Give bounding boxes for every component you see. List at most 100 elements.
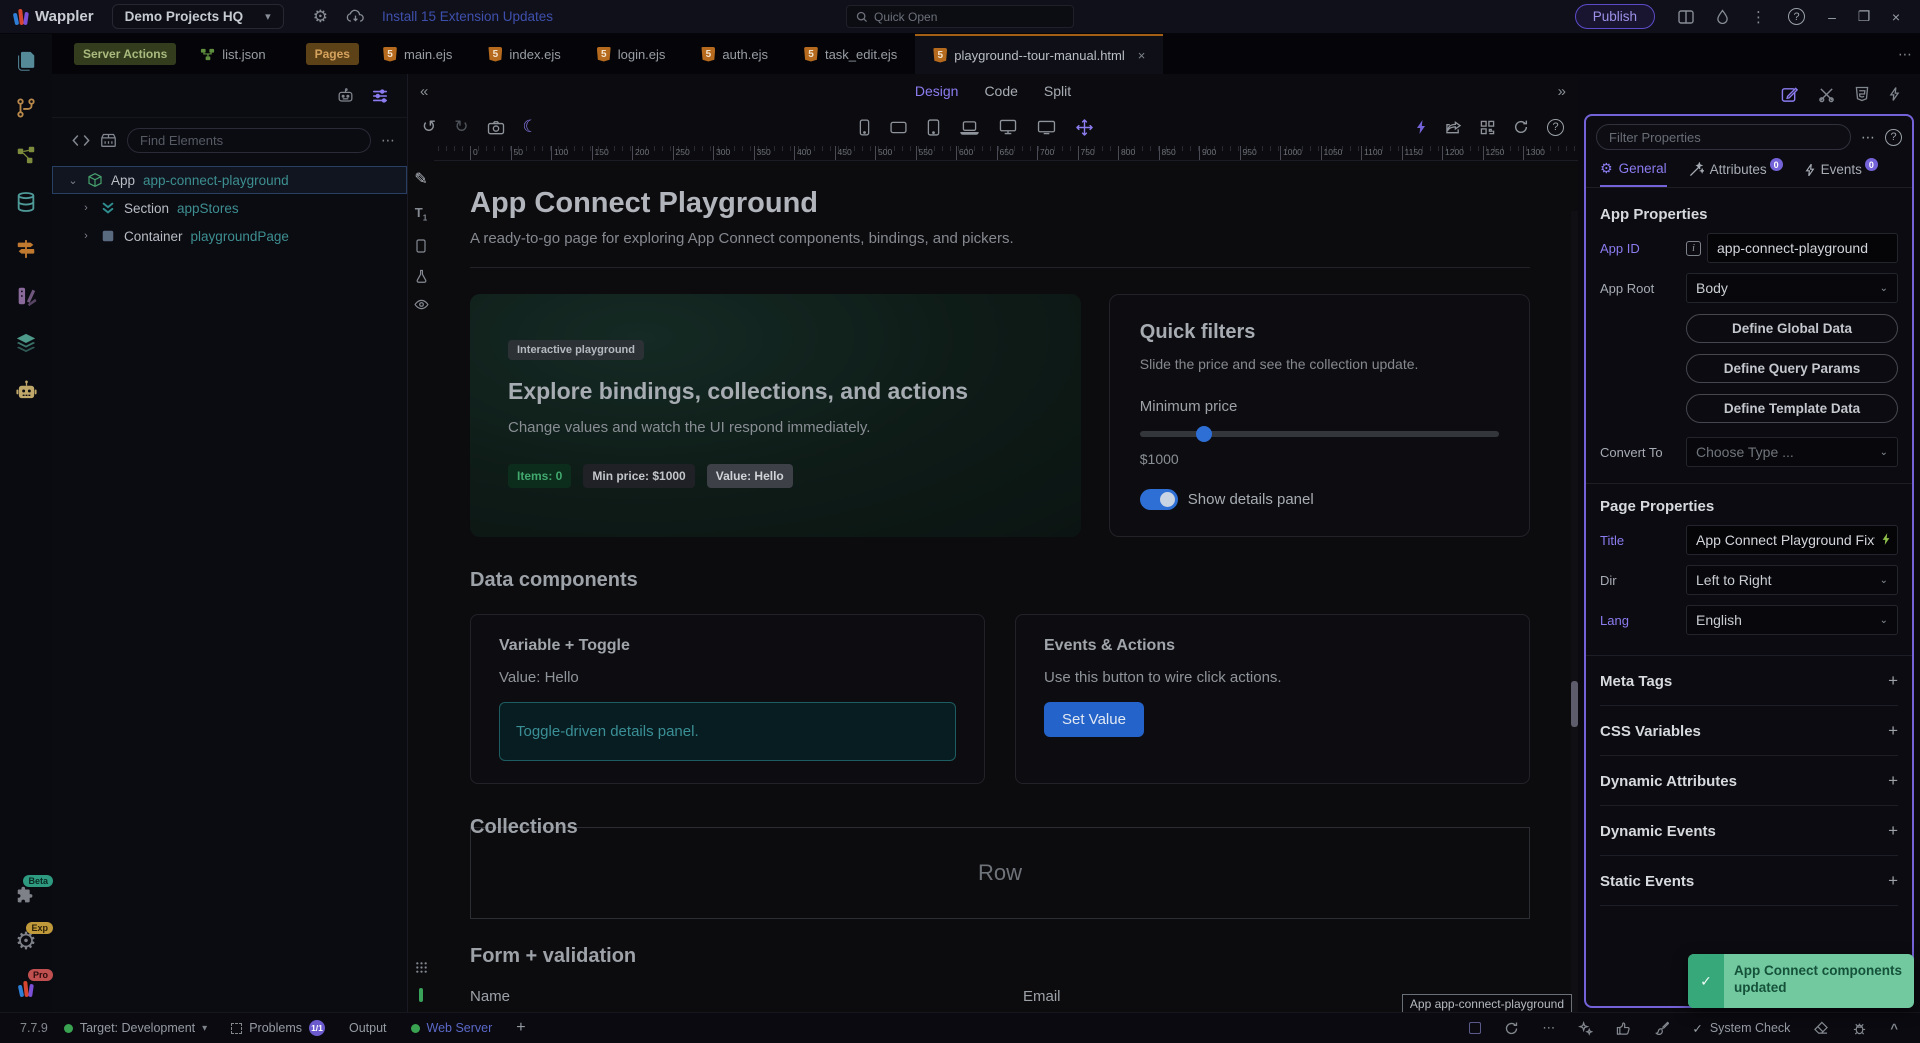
panels-layout-icon[interactable] — [1678, 9, 1694, 24]
routes-signpost-icon[interactable] — [13, 236, 39, 262]
device-phone-icon[interactable] — [859, 119, 870, 136]
layers-icon[interactable] — [13, 330, 39, 356]
components-package-icon[interactable] — [100, 132, 117, 148]
chevron-up-icon[interactable]: ^ — [1882, 1021, 1906, 1036]
share-export-icon[interactable] — [1445, 120, 1462, 135]
tab-pages[interactable]: Pages — [305, 43, 359, 65]
visibility-eye-icon[interactable] — [413, 299, 429, 310]
meta-tags-section[interactable]: Meta Tags + — [1600, 656, 1898, 706]
kebab-menu-icon[interactable]: ⋮ — [1751, 8, 1766, 26]
design-canvas[interactable]: ✎ T1 App Connect Playground A ready-to-g… — [408, 161, 1578, 1012]
workflows-icon[interactable] — [13, 142, 39, 168]
window-minimize-button[interactable]: – — [1818, 9, 1846, 25]
add-icon[interactable]: + — [1888, 821, 1898, 841]
wappler-pro-icon[interactable]: Pro — [13, 969, 53, 1002]
web-server-button[interactable]: Web Server — [403, 1021, 501, 1035]
theme-droplet-icon[interactable] — [1716, 9, 1729, 24]
edit-properties-icon[interactable] — [1781, 86, 1798, 103]
extensions-puzzle-icon[interactable]: Beta — [13, 875, 53, 908]
edit-pencil-icon[interactable]: ✎ — [414, 169, 427, 189]
tab-login-ejs[interactable]: 5 login.ejs — [579, 34, 684, 74]
design-help-icon[interactable]: ? — [1547, 118, 1564, 136]
dynamic-bolt-icon[interactable] — [1415, 119, 1427, 135]
app-root-select[interactable]: Body ⌄ — [1686, 273, 1898, 303]
extensions-cloud-icon[interactable] — [346, 9, 365, 24]
define-query-params-button[interactable]: Define Query Params — [1686, 354, 1898, 383]
add-icon[interactable]: + — [1888, 721, 1898, 741]
properties-help-icon[interactable]: ? — [1885, 128, 1902, 146]
structure-more-menu-icon[interactable]: ⋯ — [381, 132, 395, 149]
qr-grid-icon[interactable] — [1480, 120, 1495, 135]
page-title-input[interactable] — [1686, 525, 1898, 555]
refresh-icon[interactable] — [1513, 119, 1529, 135]
price-slider[interactable] — [1139, 426, 1499, 442]
collections-row[interactable]: Row — [470, 827, 1530, 919]
tab-attributes[interactable]: Attributes 0 — [1689, 158, 1783, 185]
properties-more-icon[interactable]: ⋯ — [1861, 129, 1875, 146]
dark-mode-moon-icon[interactable]: ☾ — [523, 117, 538, 137]
toast-notification[interactable]: ✓ App Connect components updated — [1688, 954, 1914, 1008]
device-tv-icon[interactable] — [1037, 120, 1056, 135]
add-icon[interactable]: + — [1888, 671, 1898, 691]
output-button[interactable]: Output — [341, 1021, 395, 1035]
set-value-button[interactable]: Set Value — [1044, 702, 1144, 737]
tab-overflow-menu-icon[interactable]: ⋯ — [1898, 46, 1912, 63]
tab-close-icon[interactable]: × — [1138, 48, 1146, 63]
ai-robot-icon[interactable] — [336, 86, 355, 105]
install-updates-link[interactable]: Install 15 Extension Updates — [382, 9, 553, 24]
project-selector[interactable]: Demo Projects HQ ▾ — [111, 4, 284, 29]
bug-icon[interactable] — [1844, 1021, 1875, 1036]
define-global-data-button[interactable]: Define Global Data — [1686, 314, 1898, 343]
dynamic-events-section[interactable]: Dynamic Events + — [1600, 806, 1898, 856]
events-bolt-icon[interactable] — [1889, 86, 1900, 102]
tab-task-edit-ejs[interactable]: 5 task_edit.ejs — [786, 34, 915, 74]
code-icon[interactable] — [72, 134, 90, 147]
app-id-input[interactable] — [1707, 233, 1898, 263]
css-styles-icon[interactable] — [1855, 86, 1869, 102]
device-frame-icon[interactable] — [416, 238, 426, 253]
mode-split[interactable]: Split — [1044, 83, 1071, 99]
add-icon[interactable]: + — [1888, 871, 1898, 891]
expand-panel-icon[interactable]: » — [1558, 83, 1566, 100]
collapse-panel-icon[interactable]: « — [420, 83, 428, 100]
thumbs-up-icon[interactable] — [1608, 1021, 1639, 1036]
tree-item-app[interactable]: ⌄ App app-connect-playground — [52, 166, 407, 194]
window-close-button[interactable]: × — [1882, 9, 1910, 25]
detach-scissors-icon[interactable] — [1818, 86, 1835, 103]
sparkles-icon[interactable] — [1570, 1020, 1601, 1036]
info-icon[interactable]: i — [1686, 240, 1701, 256]
mode-design[interactable]: Design — [915, 83, 959, 99]
find-elements-input[interactable] — [127, 127, 371, 153]
eraser-icon[interactable] — [1805, 1021, 1837, 1035]
tab-auth-ejs[interactable]: 5 auth.ejs — [683, 34, 786, 74]
chevron-right-icon[interactable]: › — [80, 202, 92, 214]
device-tablet-icon[interactable] — [927, 118, 940, 136]
tree-item-section[interactable]: › Section appStores — [52, 194, 407, 222]
convert-to-select[interactable]: Choose Type ... ⌄ — [1686, 437, 1898, 467]
filter-sliders-icon[interactable] — [371, 88, 389, 104]
chevron-right-icon[interactable]: › — [80, 230, 92, 242]
grid-handle-icon[interactable] — [415, 961, 428, 974]
add-icon[interactable]: + — [1888, 771, 1898, 791]
css-variables-section[interactable]: CSS Variables + — [1600, 706, 1898, 756]
redo-icon[interactable]: ↻ — [454, 117, 468, 137]
tab-general[interactable]: ⚙ General — [1600, 160, 1667, 187]
tab-list-json[interactable]: list.json — [182, 34, 283, 74]
git-branch-icon[interactable] — [13, 95, 39, 121]
filter-properties-input[interactable] — [1596, 124, 1851, 150]
text-size-icon[interactable]: T1 — [415, 205, 427, 223]
paintbrush-icon[interactable] — [1646, 1021, 1677, 1036]
static-events-section[interactable]: Static Events + — [1600, 856, 1898, 906]
tree-item-container[interactable]: › Container playgroundPage — [52, 222, 407, 250]
tab-playground-tour-manual[interactable]: 5 playground--tour-manual.html × — [915, 34, 1164, 74]
device-tablet-landscape-icon[interactable] — [890, 121, 907, 134]
publish-button[interactable]: Publish — [1574, 4, 1655, 29]
device-laptop-icon[interactable] — [960, 120, 980, 135]
target-selector[interactable]: Target: Development ▾ — [56, 1021, 215, 1035]
slider-thumb[interactable] — [1196, 426, 1213, 442]
selection-square-icon[interactable] — [1461, 1022, 1489, 1034]
quick-open-search[interactable]: Quick Open — [846, 5, 1074, 28]
chevron-down-icon[interactable]: ⌄ — [67, 174, 79, 187]
more-options-icon[interactable]: ⋯ — [1534, 1020, 1563, 1036]
tab-main-ejs[interactable]: 5 main.ejs — [365, 34, 470, 74]
